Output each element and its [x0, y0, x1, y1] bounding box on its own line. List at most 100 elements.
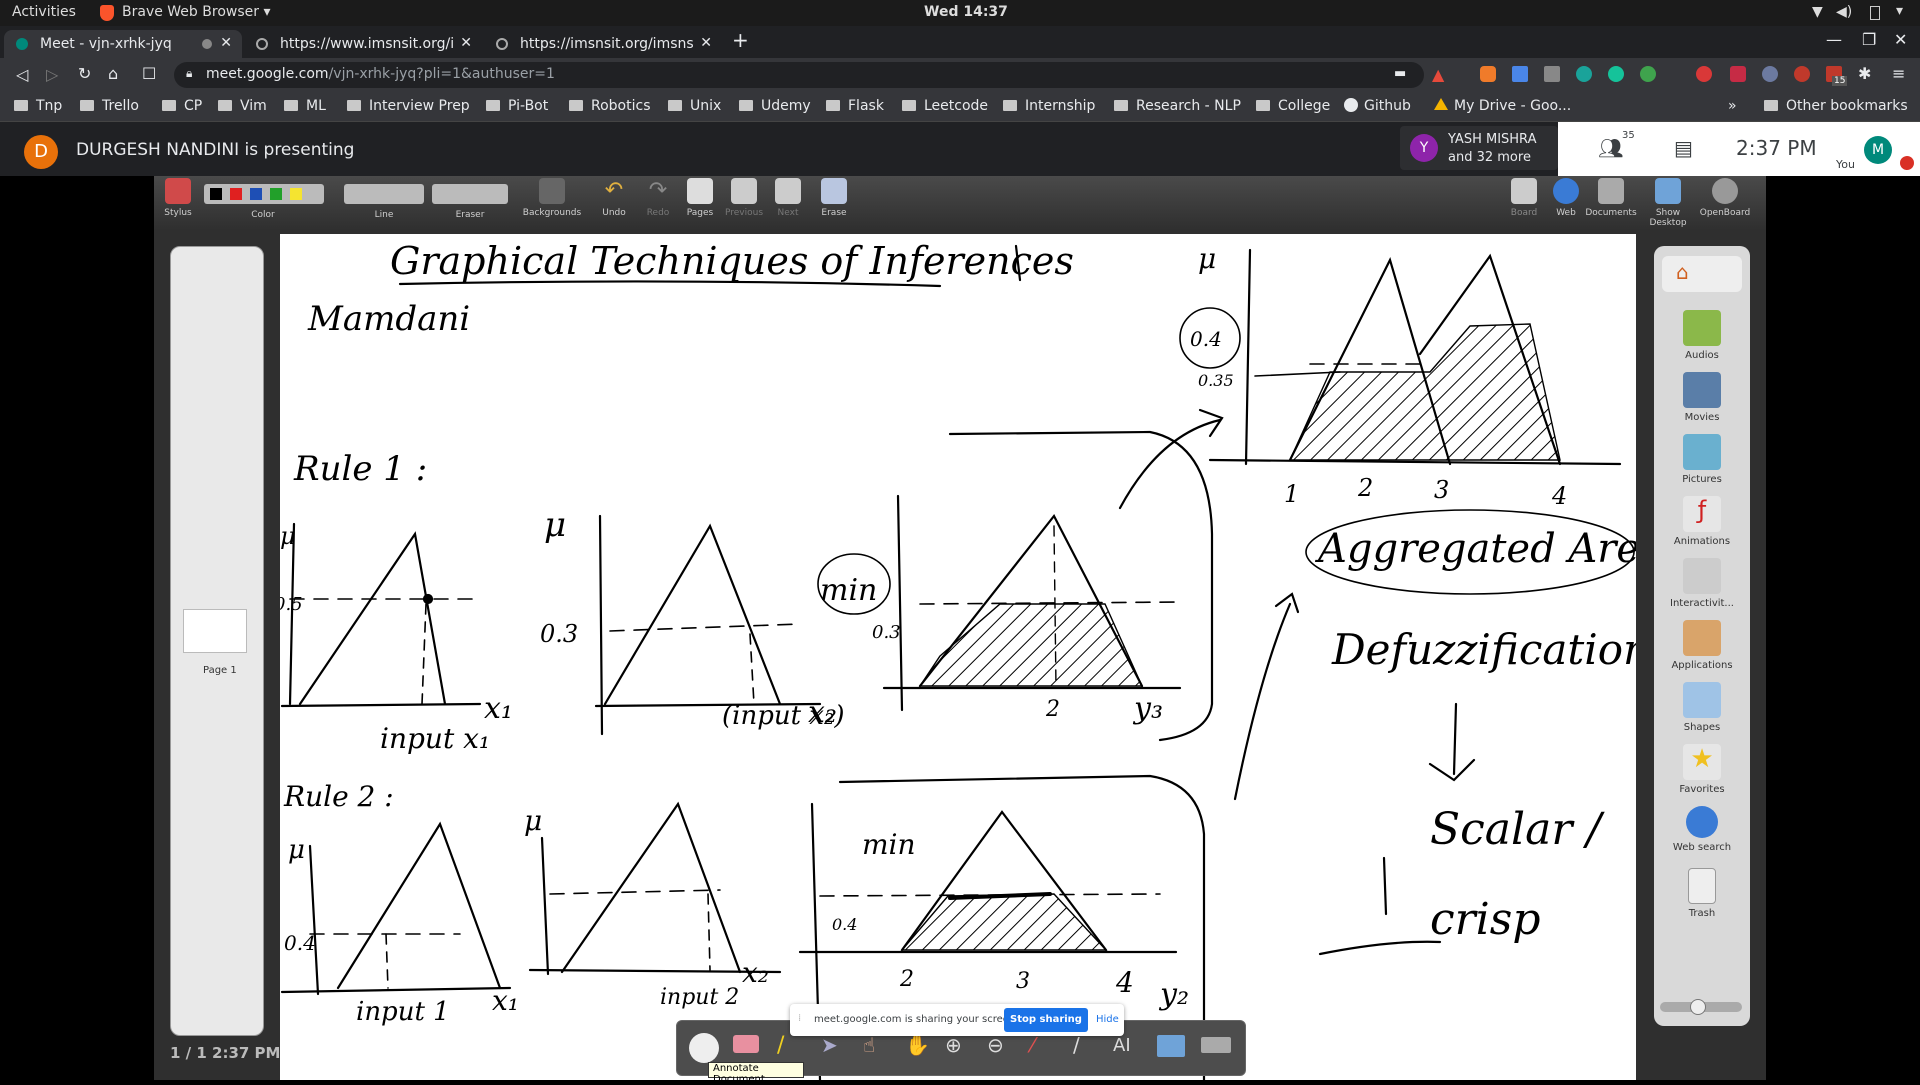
- library-pictures[interactable]: Pictures: [1654, 434, 1750, 485]
- library-interactivities[interactable]: Interactivit...: [1654, 558, 1750, 609]
- documents-button[interactable]: Documents: [1584, 178, 1638, 218]
- bookmark-folder[interactable]: College: [1256, 98, 1330, 114]
- library-shapes[interactable]: Shapes: [1654, 682, 1750, 733]
- grammarly-icon[interactable]: [1576, 66, 1592, 82]
- bookmark-folder[interactable]: Tnp: [14, 98, 62, 114]
- capture-tool[interactable]: [1157, 1035, 1185, 1057]
- library-favorites[interactable]: ★ Favorites: [1654, 744, 1750, 795]
- interact-tool[interactable]: ☝: [863, 1033, 875, 1057]
- redo-button[interactable]: ↷ Redo: [638, 178, 678, 218]
- hide-button[interactable]: Hide: [1096, 1014, 1119, 1025]
- library-audios[interactable]: Audios: [1654, 310, 1750, 361]
- self-avatar[interactable]: M: [1864, 136, 1892, 164]
- pages-button[interactable]: Pages: [680, 178, 720, 218]
- eraser-tool[interactable]: [733, 1035, 759, 1053]
- brave-rewards-icon[interactable]: ▲: [1432, 65, 1444, 84]
- extension-icon[interactable]: [1794, 66, 1810, 82]
- tab-meet[interactable]: Meet - vjn-xrhk-jyq ✕: [4, 30, 242, 58]
- line-width-options[interactable]: [344, 184, 424, 204]
- selector-tool[interactable]: ➤: [821, 1033, 838, 1057]
- home-button[interactable]: ⌂: [108, 64, 118, 83]
- eraser-size-selector[interactable]: Eraser: [432, 178, 508, 220]
- bookmark-github[interactable]: Github: [1344, 98, 1411, 114]
- other-bookmarks[interactable]: Other bookmarks: [1764, 98, 1908, 114]
- close-tab-icon[interactable]: ✕: [460, 35, 472, 51]
- backgrounds-button[interactable]: Backgrounds: [522, 178, 582, 218]
- back-button[interactable]: ◁: [16, 65, 28, 84]
- eraser-size-options[interactable]: [432, 184, 508, 204]
- puzzle-icon[interactable]: ✱: [1858, 64, 1871, 83]
- system-menu-icon[interactable]: ▾: [1896, 3, 1903, 19]
- minimize-button[interactable]: —: [1826, 30, 1842, 49]
- whiteboard-canvas[interactable]: Graphical Techniques of Inferences Mamda…: [280, 234, 1636, 1080]
- close-tab-icon[interactable]: ✕: [220, 35, 232, 51]
- library-applications[interactable]: Applications: [1654, 620, 1750, 671]
- tab-imsnsit-1[interactable]: https://www.imsnsit.org/i ✕: [244, 30, 482, 58]
- clock[interactable]: Wed 14:37: [924, 4, 1008, 20]
- extension-icon[interactable]: [1480, 66, 1496, 82]
- extension-icon[interactable]: [1762, 66, 1778, 82]
- library-animations[interactable]: ƒ Animations: [1654, 496, 1750, 547]
- new-tab-button[interactable]: +: [732, 28, 749, 52]
- bookmark-folder[interactable]: Flask: [826, 98, 884, 114]
- stylus-tool[interactable]: Stylus: [160, 178, 196, 218]
- restore-button[interactable]: ❐: [1862, 30, 1876, 49]
- library-trash[interactable]: Trash: [1654, 868, 1750, 919]
- bookmark-folder[interactable]: Robotics: [569, 98, 651, 114]
- text-tool[interactable]: AI: [1113, 1035, 1131, 1056]
- web-button[interactable]: Web: [1548, 178, 1584, 218]
- grammarly-icon[interactable]: [1608, 66, 1624, 82]
- cast-icon[interactable]: ▬: [1394, 66, 1406, 81]
- bookmark-folder[interactable]: Udemy: [739, 98, 811, 114]
- address-bar[interactable]: 🔒︎ meet.google.com/vjn-xrhk-jyq?pli=1&au…: [174, 62, 1424, 88]
- color-swatch-yellow[interactable]: [290, 188, 302, 200]
- reload-button[interactable]: ↻: [78, 64, 91, 83]
- library-home-button[interactable]: ⌂: [1662, 256, 1742, 292]
- highlighter-tool[interactable]: /: [777, 1033, 784, 1058]
- library-web-search[interactable]: Web search: [1654, 806, 1750, 853]
- previous-page-button[interactable]: Previous: [722, 178, 766, 218]
- extension-icon[interactable]: [1544, 66, 1560, 82]
- close-window-button[interactable]: ✕: [1894, 30, 1907, 49]
- bookmark-folder[interactable]: Leetcode: [902, 98, 988, 114]
- bookmarks-overflow-button[interactable]: »: [1728, 98, 1737, 114]
- drag-handle-icon[interactable]: ⁞: [798, 1013, 801, 1024]
- bookmark-folder[interactable]: ML: [284, 98, 326, 114]
- bookmark-folder[interactable]: Unix: [668, 98, 721, 114]
- add-icon[interactable]: [1640, 66, 1656, 82]
- line-tool[interactable]: /: [1073, 1033, 1080, 1057]
- bookmark-folder[interactable]: Vim: [218, 98, 267, 114]
- zoom-in-tool[interactable]: ⊕: [945, 1033, 962, 1057]
- bookmark-folder[interactable]: CP: [162, 98, 202, 114]
- participant-preview[interactable]: Y YASH MISHRA and 32 more: [1400, 126, 1558, 170]
- bookmark-folder[interactable]: Internship: [1003, 98, 1095, 114]
- zoom-out-tool[interactable]: ⊖: [987, 1033, 1004, 1057]
- library-movies[interactable]: Movies: [1654, 372, 1750, 423]
- erase-all-button[interactable]: Erase: [812, 178, 856, 218]
- bookmark-folder[interactable]: Research - NLP: [1114, 98, 1241, 114]
- bookmark-drive[interactable]: My Drive - Goo...: [1434, 98, 1571, 114]
- stop-sharing-button[interactable]: Stop sharing: [1004, 1008, 1088, 1032]
- bookmark-folder[interactable]: Interview Prep: [347, 98, 470, 114]
- board-button[interactable]: Board: [1504, 178, 1544, 218]
- app-menu[interactable]: Brave Web Browser ▾: [122, 4, 270, 20]
- color-swatch-green[interactable]: [270, 188, 282, 200]
- alarm-icon[interactable]: [1696, 66, 1712, 82]
- bookmark-folder[interactable]: Trello: [80, 98, 139, 114]
- color-swatch-blue[interactable]: [250, 188, 262, 200]
- tab-imsnsit-2[interactable]: https://imsnsit.org/imsns ✕: [484, 30, 722, 58]
- line-width-selector[interactable]: Line: [342, 178, 426, 220]
- bookmark-folder[interactable]: Pi-Bot: [486, 98, 548, 114]
- forward-button[interactable]: ▷: [46, 65, 58, 84]
- bookmark-page-button[interactable]: ☐: [142, 64, 156, 83]
- close-tab-icon[interactable]: ✕: [700, 35, 712, 51]
- shield-icon[interactable]: [1730, 66, 1746, 82]
- hand-tool[interactable]: ✋: [905, 1033, 930, 1057]
- openboard-menu-button[interactable]: OpenBoard: [1698, 178, 1752, 218]
- next-page-button[interactable]: Next: [768, 178, 808, 218]
- chat-icon[interactable]: ▤: [1674, 136, 1693, 160]
- translate-icon[interactable]: [1512, 66, 1528, 82]
- browser-menu-icon[interactable]: ≡: [1892, 64, 1905, 83]
- keyboard-tool[interactable]: [1201, 1037, 1231, 1053]
- slider-handle[interactable]: [1690, 999, 1706, 1015]
